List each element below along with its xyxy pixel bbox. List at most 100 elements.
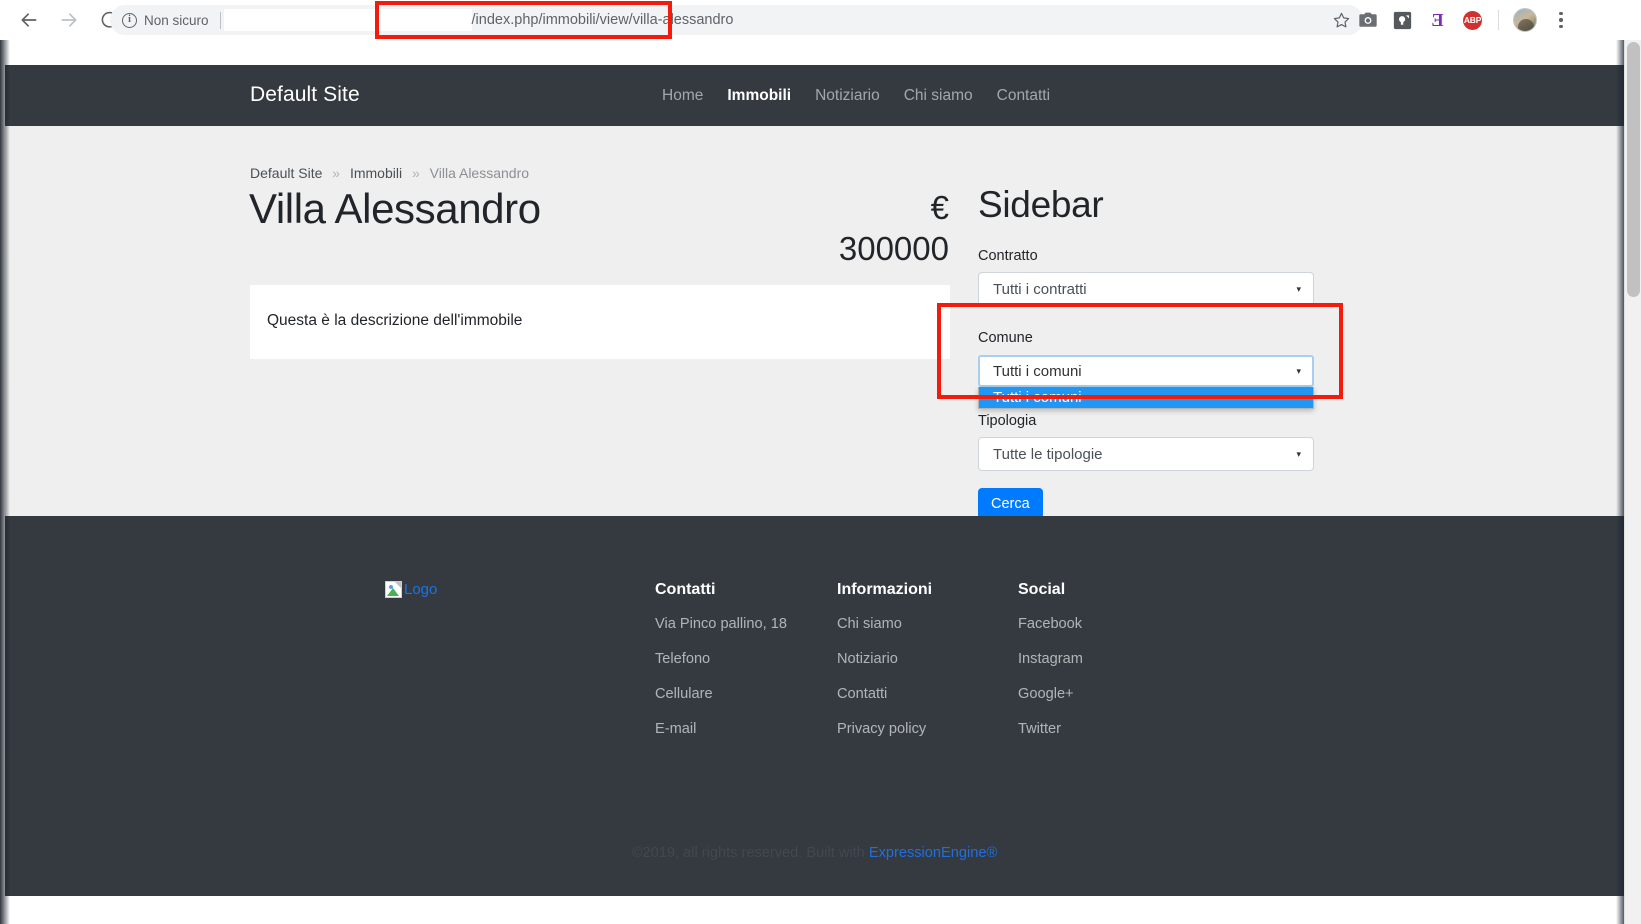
description-text: Questa è la descrizione dell'immobile <box>267 312 523 329</box>
breadcrumb-current: Villa Alessandro <box>429 165 530 181</box>
list-item: Privacy policy <box>837 720 932 738</box>
search-button[interactable]: Cerca <box>978 488 1043 519</box>
url-redacted-region <box>223 9 472 31</box>
url-text: /index.php/immobili/view/villa-alessandr… <box>471 12 734 28</box>
footer-heading-social: Social <box>1018 581 1066 598</box>
page-viewport: Default Site Home Immobili Notiziario Ch… <box>0 40 1641 924</box>
sidebar-heading: Sidebar <box>978 184 1104 225</box>
main-content: Default Site » Immobili » Villa Alessand… <box>5 126 1624 519</box>
breadcrumb-section[interactable]: Immobili <box>350 165 402 181</box>
list-item: Via Pinco pallino, 18 <box>655 615 787 633</box>
footer-logo-alt-text: Logo <box>404 581 438 598</box>
nav-item-contatti[interactable]: Contatti <box>985 87 1062 105</box>
breadcrumb: Default Site » Immobili » Villa Alessand… <box>250 165 529 181</box>
nav-item-notiziario[interactable]: Notiziario <box>803 87 892 105</box>
forward-icon[interactable] <box>52 3 86 37</box>
navigation-buttons <box>0 3 126 37</box>
label-contratto: Contratto <box>978 248 1038 264</box>
select-tipologia[interactable]: Tutte le tipologie ▾ <box>978 437 1314 471</box>
list-item: Google+ <box>1018 685 1083 703</box>
nav-item-home[interactable]: Home <box>650 87 715 105</box>
price-currency: € <box>930 189 949 226</box>
main-navigation: Home Immobili Notiziario Chi siamo Conta… <box>650 87 1062 105</box>
back-icon[interactable] <box>12 3 46 37</box>
footer-link-indirizzo[interactable]: Via Pinco pallino, 18 <box>655 616 787 632</box>
url-field[interactable]: /index.php/immobili/view/villa-alessandr… <box>221 5 1325 35</box>
footer-link-email[interactable]: E-mail <box>655 721 696 737</box>
web-page: Default Site Home Immobili Notiziario Ch… <box>0 40 1624 924</box>
select-comune-value: Tutti i comuni <box>993 362 1082 380</box>
listing-price: € 300000 <box>831 188 949 270</box>
kebab-menu-icon[interactable] <box>1546 5 1576 36</box>
footer-logo[interactable]: Logo <box>385 581 437 598</box>
broken-image-icon <box>385 581 402 598</box>
list-item: Notiziario <box>837 650 932 668</box>
footer-link-twitter[interactable]: Twitter <box>1018 721 1061 737</box>
footer-link-facebook[interactable]: Facebook <box>1018 616 1082 632</box>
footer-link-chi-siamo[interactable]: Chi siamo <box>837 616 902 632</box>
notes-lightbulb-icon[interactable] <box>1387 5 1418 36</box>
avatar[interactable] <box>1509 5 1540 36</box>
list-item: Twitter <box>1018 720 1083 738</box>
breadcrumb-separator-2: » <box>411 165 420 181</box>
adblock-plus-icon[interactable]: ABP <box>1457 5 1488 36</box>
select-comune-open: Tutti i comuni ▾ Tutti i comuni <box>978 355 1314 409</box>
nav-item-chi-siamo[interactable]: Chi siamo <box>892 87 985 105</box>
footer-link-privacy-policy[interactable]: Privacy policy <box>837 721 926 737</box>
footer-link-contatti[interactable]: Contatti <box>837 686 887 702</box>
address-bar[interactable]: i Non sicuro /index.php/immobili/view/vi… <box>110 5 1363 35</box>
footer-heading-contatti: Contatti <box>655 581 716 598</box>
screenshot-camera-icon[interactable] <box>1352 5 1383 36</box>
breadcrumb-root[interactable]: Default Site <box>250 165 322 181</box>
scrollbar-thumb[interactable] <box>1627 42 1640 297</box>
page-title: Villa Alessandro <box>249 185 541 232</box>
list-item: Telefono <box>655 650 787 668</box>
security-label: Non sicuro <box>144 12 209 28</box>
nav-item-immobili[interactable]: Immobili <box>715 87 803 105</box>
site-brand[interactable]: Default Site <box>250 83 360 107</box>
extension-tray: Ǝ ABP <box>1352 0 1576 40</box>
footer-link-telefono[interactable]: Telefono <box>655 651 710 667</box>
tray-divider <box>1498 10 1499 30</box>
footer-column-informazioni: Informazioni Chi siamo Notiziario Contat… <box>837 581 932 755</box>
footer-heading-informazioni: Informazioni <box>837 581 933 598</box>
browser-toolbar: i Non sicuro /index.php/immobili/view/vi… <box>0 0 1641 40</box>
profile-avatar-image <box>1512 8 1537 32</box>
list-item: Cellulare <box>655 685 787 703</box>
list-item: Chi siamo <box>837 615 932 633</box>
chevron-down-icon: ▾ <box>1296 365 1301 376</box>
footer-link-notiziario[interactable]: Notiziario <box>837 651 898 667</box>
list-item: E-mail <box>655 720 787 738</box>
select-comune-option-list: Tutti i comuni <box>978 387 1314 409</box>
select-contratto-value: Tutti i contratti <box>993 280 1087 298</box>
list-item: Instagram <box>1018 650 1083 668</box>
adblock-badge-label: ABP <box>1463 10 1482 30</box>
footer-link-instagram[interactable]: Instagram <box>1018 651 1083 667</box>
scrollbar[interactable] <box>1624 40 1641 924</box>
label-tipologia: Tipologia <box>978 413 1037 429</box>
list-item: Contatti <box>837 685 932 703</box>
info-icon: i <box>122 12 137 28</box>
svg-text:Ǝ: Ǝ <box>1431 10 1443 30</box>
footer-column-social: Social Facebook Instagram Google+ Twitte… <box>1018 581 1083 755</box>
expressionengine-link[interactable]: ExpressionEngine® <box>869 845 997 861</box>
footer-link-googleplus[interactable]: Google+ <box>1018 686 1074 702</box>
select-comune[interactable]: Tutti i comuni ▾ <box>978 355 1314 387</box>
security-indicator[interactable]: i Non sicuro <box>110 12 209 28</box>
select-comune-option[interactable]: Tutti i comuni <box>979 387 1313 408</box>
list-item: Facebook <box>1018 615 1083 633</box>
copyright: ©2019, all rights reserved. Built with E… <box>5 845 1624 861</box>
chevron-down-icon: ▾ <box>1296 283 1301 294</box>
footer-link-cellulare[interactable]: Cellulare <box>655 686 713 702</box>
select-tipologia-value: Tutte le tipologie <box>993 445 1103 463</box>
footer-column-contatti: Contatti Via Pinco pallino, 18 Telefono … <box>655 581 787 755</box>
chevron-down-icon: ▾ <box>1296 448 1301 459</box>
breadcrumb-separator-1: » <box>332 165 341 181</box>
price-amount: 300000 <box>838 229 949 267</box>
copyright-text: ©2019, all rights reserved. Built with <box>631 845 869 861</box>
label-comune: Comune <box>978 330 1033 346</box>
evernote-icon[interactable]: Ǝ <box>1422 5 1453 36</box>
site-footer: Logo Contatti Via Pinco pallino, 18 Tele… <box>5 516 1624 896</box>
select-contratto[interactable]: Tutti i contratti ▾ <box>978 272 1314 306</box>
site-header: Default Site Home Immobili Notiziario Ch… <box>5 65 1624 126</box>
